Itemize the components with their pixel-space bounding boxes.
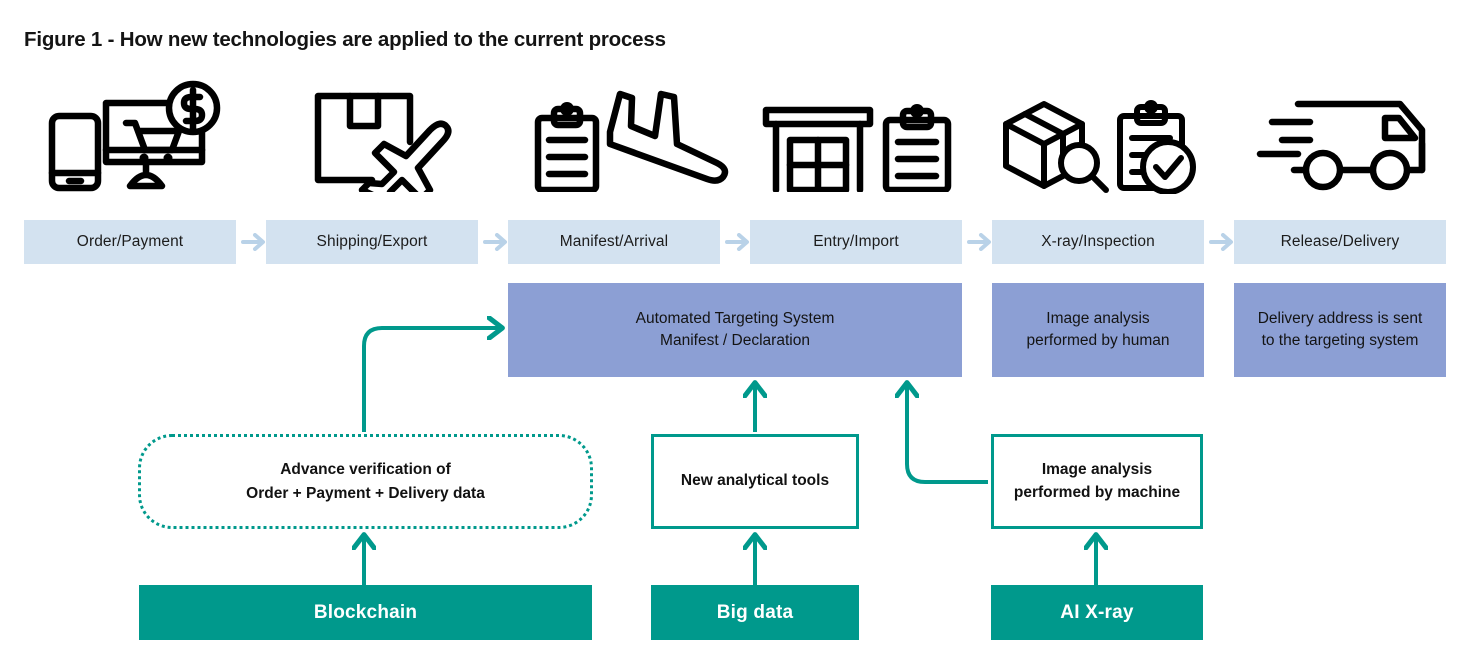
customs-building-clipboard-icon	[758, 82, 964, 192]
stage-label: Shipping/Export	[316, 233, 428, 250]
purple-box-text: Image analysis performed by human	[1026, 309, 1170, 349]
stage-chip-manifest-arrival[interactable]: Manifest/Arrival	[508, 220, 720, 264]
parcel-airplane-icon	[300, 82, 470, 192]
technology-label: Big data	[716, 601, 794, 623]
teal-box-text: Image analysis performed by machine	[1013, 461, 1181, 501]
technology-box-blockchain[interactable]: Blockchain	[139, 585, 592, 640]
teal-box-new-analytical-tools[interactable]: New analytical tools	[651, 434, 859, 529]
stage-label: Entry/Import	[813, 233, 899, 250]
purple-box-automated-targeting-system[interactable]: Automated Targeting System Manifest / De…	[508, 283, 962, 377]
technology-label: AI X-ray	[1060, 601, 1134, 623]
dotted-box-advance-verification[interactable]: Advance verification of Order + Payment …	[138, 434, 593, 529]
dotted-box-text: Advance verification of Order + Payment …	[246, 461, 485, 502]
ecommerce-order-icon	[26, 80, 234, 192]
clipboard-landing-plane-icon	[524, 82, 736, 192]
figure-title: Figure 1 - How new technologies are appl…	[24, 28, 666, 51]
stage-chip-order-payment[interactable]: Order/Payment	[24, 220, 236, 264]
stage-label: Order/Payment	[76, 233, 184, 250]
teal-box-image-analysis-machine[interactable]: Image analysis performed by machine	[991, 434, 1203, 529]
stage-label: X-ray/Inspection	[1041, 233, 1155, 250]
stage-chip-xray-inspection[interactable]: X-ray/Inspection	[992, 220, 1204, 264]
delivery-truck-icon	[1252, 96, 1452, 192]
purple-box-text: Automated Targeting System Manifest / De…	[635, 309, 835, 349]
stage-chip-release-delivery[interactable]: Release/Delivery	[1234, 220, 1446, 264]
technology-label: Blockchain	[313, 601, 418, 623]
stage-label: Release/Delivery	[1280, 233, 1400, 250]
purple-box-text: Delivery address is sent to the targetin…	[1257, 309, 1423, 349]
stage-chip-shipping-export[interactable]: Shipping/Export	[266, 220, 478, 264]
teal-box-text: New analytical tools	[680, 472, 830, 490]
stage-chip-entry-import[interactable]: Entry/Import	[750, 220, 962, 264]
technology-box-big-data[interactable]: Big data	[651, 585, 859, 640]
figure-root: Figure 1 - How new technologies are appl…	[0, 0, 1473, 670]
purple-box-image-analysis-human[interactable]: Image analysis performed by human	[992, 283, 1204, 377]
connector-image-analysis-machine-to-targeting-system	[907, 385, 988, 484]
stage-label: Manifest/Arrival	[559, 233, 669, 250]
technology-box-ai-xray[interactable]: AI X-ray	[991, 585, 1203, 640]
purple-box-delivery-address-targeting[interactable]: Delivery address is sent to the targetin…	[1234, 283, 1446, 377]
parcel-magnifier-clipboard-check-icon	[996, 82, 1200, 194]
connector-advance-verification-to-targeting-system	[362, 328, 500, 432]
